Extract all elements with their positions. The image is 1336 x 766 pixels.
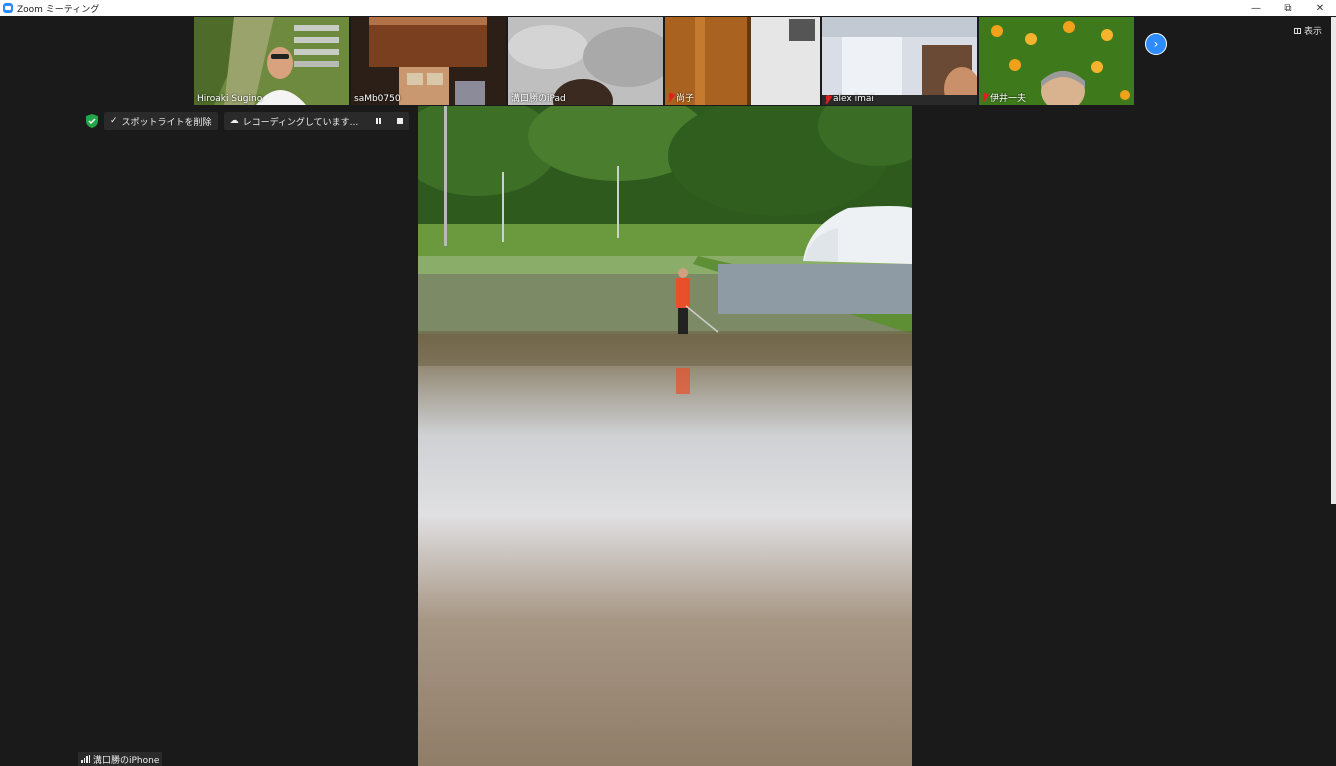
remove-spotlight-button[interactable]: ✓ スポットライトを削除 bbox=[104, 112, 218, 130]
self-view-label: 溝口勝のiPhone bbox=[78, 752, 163, 766]
view-button-label: 表示 bbox=[1303, 27, 1322, 37]
chevron-right-icon[interactable]: › bbox=[1145, 33, 1167, 55]
zoom-app-icon bbox=[3, 3, 13, 13]
signal-icon bbox=[81, 755, 90, 763]
remove-spotlight-label: スポットライトを削除 bbox=[121, 117, 212, 128]
participant-tile[interactable]: saMb0750 bbox=[351, 17, 506, 105]
participant-name: 尚子 bbox=[668, 91, 694, 104]
close-icon[interactable]: ✕ bbox=[1304, 0, 1336, 16]
stop-icon[interactable] bbox=[397, 118, 404, 124]
cloud-icon: ☁ bbox=[229, 116, 239, 126]
self-view-name: 溝口勝のiPhone bbox=[93, 755, 160, 766]
restore-icon[interactable]: ⧉ bbox=[1272, 0, 1304, 16]
window-controls: — ⧉ ✕ bbox=[1240, 0, 1336, 16]
recording-indicator: ☁ レコーディングしています... bbox=[223, 112, 410, 130]
minimize-icon[interactable]: — bbox=[1240, 0, 1272, 16]
mic-muted-icon bbox=[825, 94, 831, 104]
participant-tile[interactable]: Hiroaki Sugino bbox=[194, 17, 349, 105]
pin-icon: ✓ bbox=[110, 116, 118, 126]
mic-muted-icon bbox=[668, 93, 674, 102]
shield-check-icon[interactable] bbox=[86, 114, 98, 128]
participant-tile[interactable]: 溝口勝のiPad bbox=[508, 17, 663, 105]
participant-tile[interactable]: 尚子 bbox=[665, 17, 820, 105]
video-feed bbox=[822, 17, 977, 105]
title-bar: Zoom ミーティング — ⧉ ✕ bbox=[0, 0, 1336, 16]
participant-name: 伊井一夫 bbox=[982, 91, 1026, 104]
participant-name: alex imai bbox=[825, 94, 874, 104]
participant-name: 溝口勝のiPad bbox=[511, 94, 566, 104]
participant-name: Hiroaki Sugino bbox=[197, 94, 263, 104]
meeting-controls: ✓ スポットライトを削除 ☁ レコーディングしています... bbox=[86, 112, 410, 130]
participant-tile[interactable]: alex imai bbox=[822, 17, 977, 105]
recording-label: レコーディングしています... bbox=[242, 117, 359, 128]
video-feed bbox=[351, 17, 506, 105]
grid-icon bbox=[1293, 27, 1301, 34]
pause-icon[interactable] bbox=[376, 118, 382, 124]
participant-strip: Hiroaki Sugino saMb0750 溝口勝のiPad 尚子 alex… bbox=[0, 17, 1336, 106]
main-video bbox=[418, 106, 912, 766]
participant-name: saMb0750 bbox=[354, 94, 401, 104]
participant-tile[interactable]: 伊井一夫 bbox=[979, 17, 1134, 105]
video-feed bbox=[194, 17, 349, 105]
view-button[interactable]: 表示 bbox=[1293, 24, 1322, 37]
mic-muted-icon bbox=[982, 93, 988, 102]
scrollbar[interactable] bbox=[1331, 17, 1336, 504]
window-title: Zoom ミーティング bbox=[17, 4, 100, 15]
